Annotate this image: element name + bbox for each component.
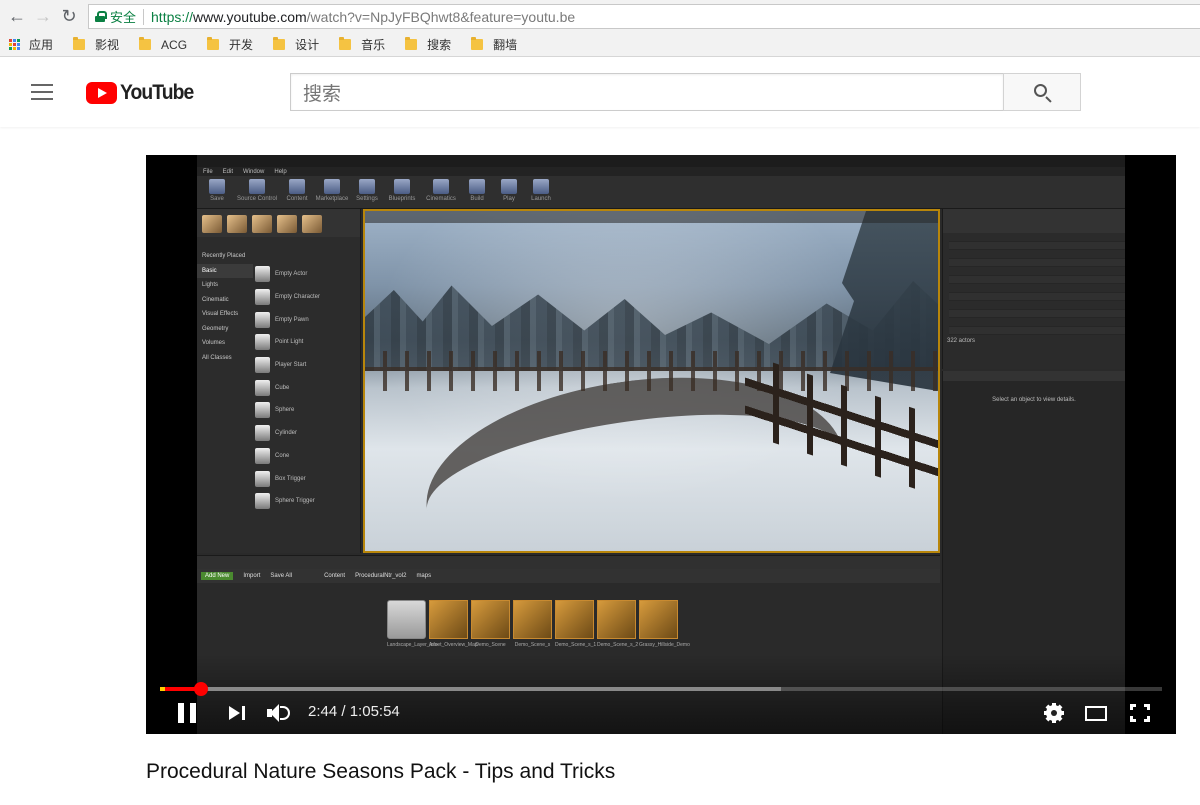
url-path: /watch?v=NpJyFBQhwt8&feature=youtu.be — [306, 8, 576, 25]
ue-tool: Content — [281, 176, 313, 208]
ue-title-bar — [197, 155, 1125, 167]
duration: 1:05:54 — [349, 703, 400, 720]
ue-placeable-list: Empty Actor Empty Character Empty Pawn P… — [255, 263, 359, 513]
time-display: 2:44 / 1:05:54 — [308, 703, 400, 720]
video-player[interactable]: File Edit Window Help Save Source Contro… — [146, 155, 1176, 734]
volume-icon — [267, 702, 291, 724]
video-frame-unreal-editor: File Edit Window Help Save Source Contro… — [197, 155, 1125, 734]
bookmark-label: 搜索 — [427, 38, 452, 52]
bookmark-folder[interactable]: 开发 — [207, 36, 253, 53]
time-separator: / — [341, 703, 350, 720]
folder-icon — [339, 37, 352, 50]
forward-arrow-icon[interactable]: → — [30, 4, 56, 30]
ue-tool: Marketplace — [313, 176, 351, 208]
secure-label: 安全 — [110, 10, 137, 25]
settings-gear-icon — [1039, 698, 1069, 728]
search-icon — [1034, 84, 1047, 97]
ad-marker — [160, 687, 165, 691]
search-input[interactable]: 搜索 — [290, 73, 1004, 111]
youtube-play-logo-icon — [86, 82, 117, 104]
folder-icon — [273, 37, 286, 50]
folder-icon — [73, 37, 86, 50]
pause-button[interactable] — [174, 700, 200, 726]
ue-menu-item: Edit — [222, 168, 234, 175]
bookmark-folder[interactable]: 设计 — [273, 36, 319, 53]
theater-mode-button[interactable] — [1083, 700, 1109, 726]
ue-toolbar: Save Source Control Content Marketplace … — [197, 176, 1125, 209]
bookmark-folder[interactable]: 翻墙 — [471, 36, 517, 53]
ue-menu-item: Window — [243, 168, 265, 175]
folder-icon — [405, 37, 418, 50]
menu-icon[interactable] — [31, 84, 53, 100]
youtube-logo[interactable]: YouTube — [86, 81, 200, 105]
youtube-wordmark: YouTube — [120, 81, 194, 104]
browser-toolbar: ← → ↻ 安全 https:// www.youtube.com /watch… — [0, 0, 1200, 33]
ue-menu-item: File — [203, 168, 213, 175]
bookmark-label: 开发 — [229, 38, 254, 52]
bookmark-label: 音乐 — [361, 38, 386, 52]
next-track-icon — [229, 705, 245, 721]
apps-grid-icon — [9, 38, 21, 51]
bookmark-label: 影视 — [95, 38, 120, 52]
search-button[interactable] — [1003, 73, 1081, 111]
url-scheme: https:// — [151, 8, 194, 25]
next-button[interactable] — [226, 700, 248, 726]
folder-icon — [207, 37, 220, 50]
ue-tool: Build — [461, 176, 493, 208]
progress-bar[interactable] — [160, 682, 1162, 696]
bookmark-folder[interactable]: 音乐 — [339, 36, 385, 53]
url-host: www.youtube.com — [193, 8, 307, 25]
bookmark-folder[interactable]: 搜索 — [405, 36, 451, 53]
ue-tool: Save — [201, 176, 233, 208]
video-title: Procedural Nature Seasons Pack - Tips an… — [146, 760, 616, 783]
ue-asset-thumbnails — [387, 600, 678, 639]
bookmark-label: 设计 — [295, 38, 320, 52]
folder-icon — [471, 37, 484, 50]
settings-button[interactable] — [1039, 698, 1069, 728]
bookmarks-bar: 应用 影视 ACG 开发 设计 音乐 搜索 翻墙 — [0, 33, 1200, 57]
bookmark-folder[interactable]: 影视 — [73, 36, 119, 53]
progress-buffered — [160, 687, 782, 691]
ue-menu-item: Help — [274, 168, 287, 175]
controls-gradient — [146, 654, 1176, 734]
ue-viewport-snow-scene — [363, 209, 940, 553]
bookmark-folder[interactable]: ACG — [139, 37, 188, 52]
current-time: 2:44 — [308, 703, 338, 720]
bookmark-apps[interactable]: 应用 — [9, 36, 53, 53]
fullscreen-icon — [1130, 704, 1150, 722]
address-divider — [143, 8, 145, 25]
ue-tool: Launch — [525, 176, 557, 208]
theater-mode-icon — [1085, 705, 1107, 721]
ue-modes-panel: Recently Placed Basic Lights Cinematic V… — [197, 209, 361, 553]
bookmark-label: 翻墙 — [493, 38, 518, 52]
back-arrow-icon[interactable]: ← — [4, 4, 30, 30]
ue-tool: Source Control — [233, 176, 281, 208]
ue-mode-icons — [197, 209, 360, 237]
reload-icon[interactable]: ↻ — [56, 4, 82, 30]
ue-tool: Settings — [351, 176, 383, 208]
ue-mode-categories: Recently Placed Basic Lights Cinematic V… — [197, 249, 253, 365]
ue-tool: Play — [493, 176, 525, 208]
ue-world-outliner: 322 actors — [942, 209, 1125, 369]
bookmark-label: ACG — [161, 37, 188, 52]
lock-icon — [95, 11, 107, 22]
ue-menu-bar: File Edit Window Help — [197, 167, 1125, 176]
folder-icon — [139, 37, 152, 50]
mute-button[interactable] — [266, 700, 292, 726]
address-bar[interactable]: 安全 https:// www.youtube.com /watch?v=NpJ… — [88, 4, 1200, 29]
ue-tool: Blueprints — [383, 176, 421, 208]
ue-tool: Cinematics — [421, 176, 461, 208]
search-placeholder: 搜索 — [303, 83, 342, 105]
pause-icon — [178, 703, 196, 723]
bookmark-label: 应用 — [29, 38, 54, 52]
fullscreen-button[interactable] — [1128, 700, 1152, 726]
youtube-masthead: YouTube 搜索 — [0, 57, 1200, 127]
scrubber-handle[interactable] — [194, 682, 209, 696]
